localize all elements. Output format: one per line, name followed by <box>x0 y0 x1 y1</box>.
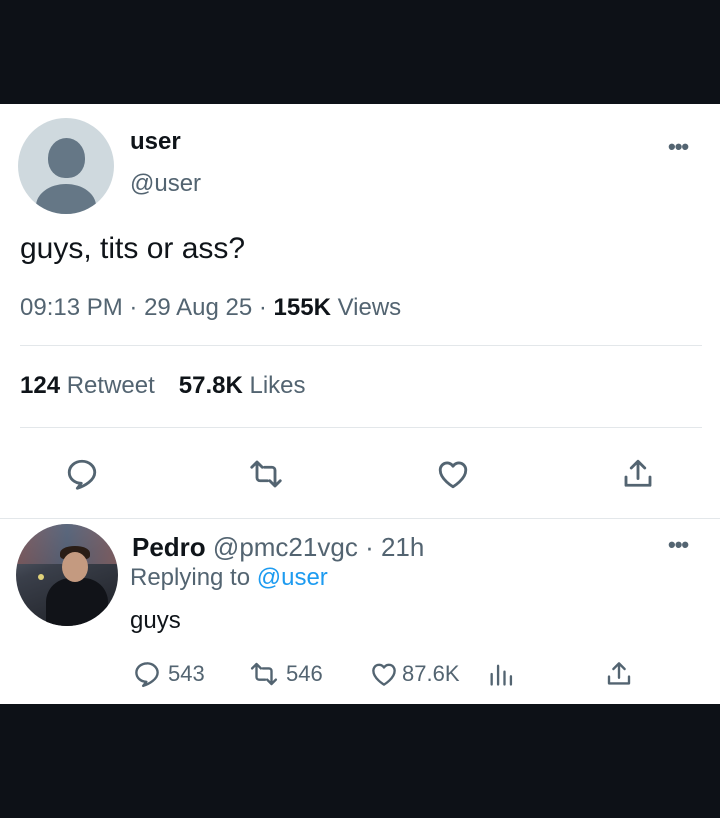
reply-age[interactable]: · 21h <box>365 532 424 562</box>
divider <box>20 345 702 346</box>
retweet-button[interactable] <box>246 454 286 494</box>
reply-header: Pedro @pmc21vgc · 21h <box>132 532 424 563</box>
reply-reply-count: 543 <box>168 661 205 686</box>
retweet-count: 124 <box>20 372 61 399</box>
like-icon <box>438 461 468 489</box>
avatar-head <box>48 138 85 178</box>
tweet-time[interactable]: 09:13 PM <box>20 294 123 321</box>
author-name[interactable]: user <box>130 128 181 156</box>
replying-mention[interactable]: @user <box>257 564 328 591</box>
reply-views-button[interactable] <box>487 660 515 688</box>
views-label: Views <box>337 294 402 321</box>
reply-author-name[interactable]: Pedro <box>132 532 206 562</box>
retweet-icon <box>250 662 278 686</box>
tweet-card: user @user ••• guys, tits or ass? 09:13 … <box>0 104 720 704</box>
meta-separator: · <box>129 294 138 321</box>
likes-label: Likes <box>249 372 306 399</box>
like-button[interactable] <box>433 454 473 494</box>
reply-retweet-button[interactable]: 546 <box>248 660 323 688</box>
reply-share-button[interactable] <box>604 660 634 688</box>
reply-avatar[interactable] <box>16 524 118 626</box>
share-icon <box>624 459 652 487</box>
reply-like-button[interactable]: 87.6K <box>368 660 460 688</box>
reply-reply-button[interactable]: 543 <box>132 660 205 688</box>
likes-count: 57.8K <box>178 372 243 399</box>
reply-icon <box>67 459 97 490</box>
reply-like-count: 87.6K <box>402 661 460 686</box>
likes-stat[interactable]: 57.8K Likes <box>179 372 306 399</box>
meta-separator: · <box>258 294 267 321</box>
tweet-text: guys, tits or ass? <box>20 232 246 265</box>
tweet-stats: 124 Retweet 57.8K Likes <box>20 372 306 400</box>
more-options-icon[interactable]: ••• <box>668 134 689 160</box>
views-count: 155K <box>273 294 331 321</box>
reply-icon <box>135 662 159 688</box>
divider <box>20 427 702 428</box>
reply-retweet-count: 546 <box>286 661 323 686</box>
divider <box>0 518 720 519</box>
like-icon <box>372 663 396 686</box>
reply-text: guys <box>130 607 181 634</box>
share-icon <box>607 662 631 685</box>
tweet-date[interactable]: 29 Aug 25 <box>144 294 252 321</box>
retweet-icon <box>250 460 282 488</box>
reply-button[interactable] <box>62 454 102 494</box>
default-avatar[interactable] <box>18 118 114 214</box>
author-handle[interactable]: @user <box>130 170 201 198</box>
share-button[interactable] <box>618 454 658 494</box>
reply-author-handle[interactable]: @pmc21vgc <box>213 532 358 562</box>
replying-to: Replying to @user <box>130 564 328 592</box>
tweet-meta: 09:13 PM · 29 Aug 25 · 155K Views <box>20 294 401 322</box>
replying-label: Replying to <box>130 564 251 591</box>
reply-more-options-icon[interactable]: ••• <box>668 532 689 558</box>
avatar-body <box>36 184 96 214</box>
retweet-label: Retweet <box>66 372 155 399</box>
views-icon <box>490 664 513 686</box>
retweets-stat[interactable]: 124 Retweet <box>20 372 155 399</box>
